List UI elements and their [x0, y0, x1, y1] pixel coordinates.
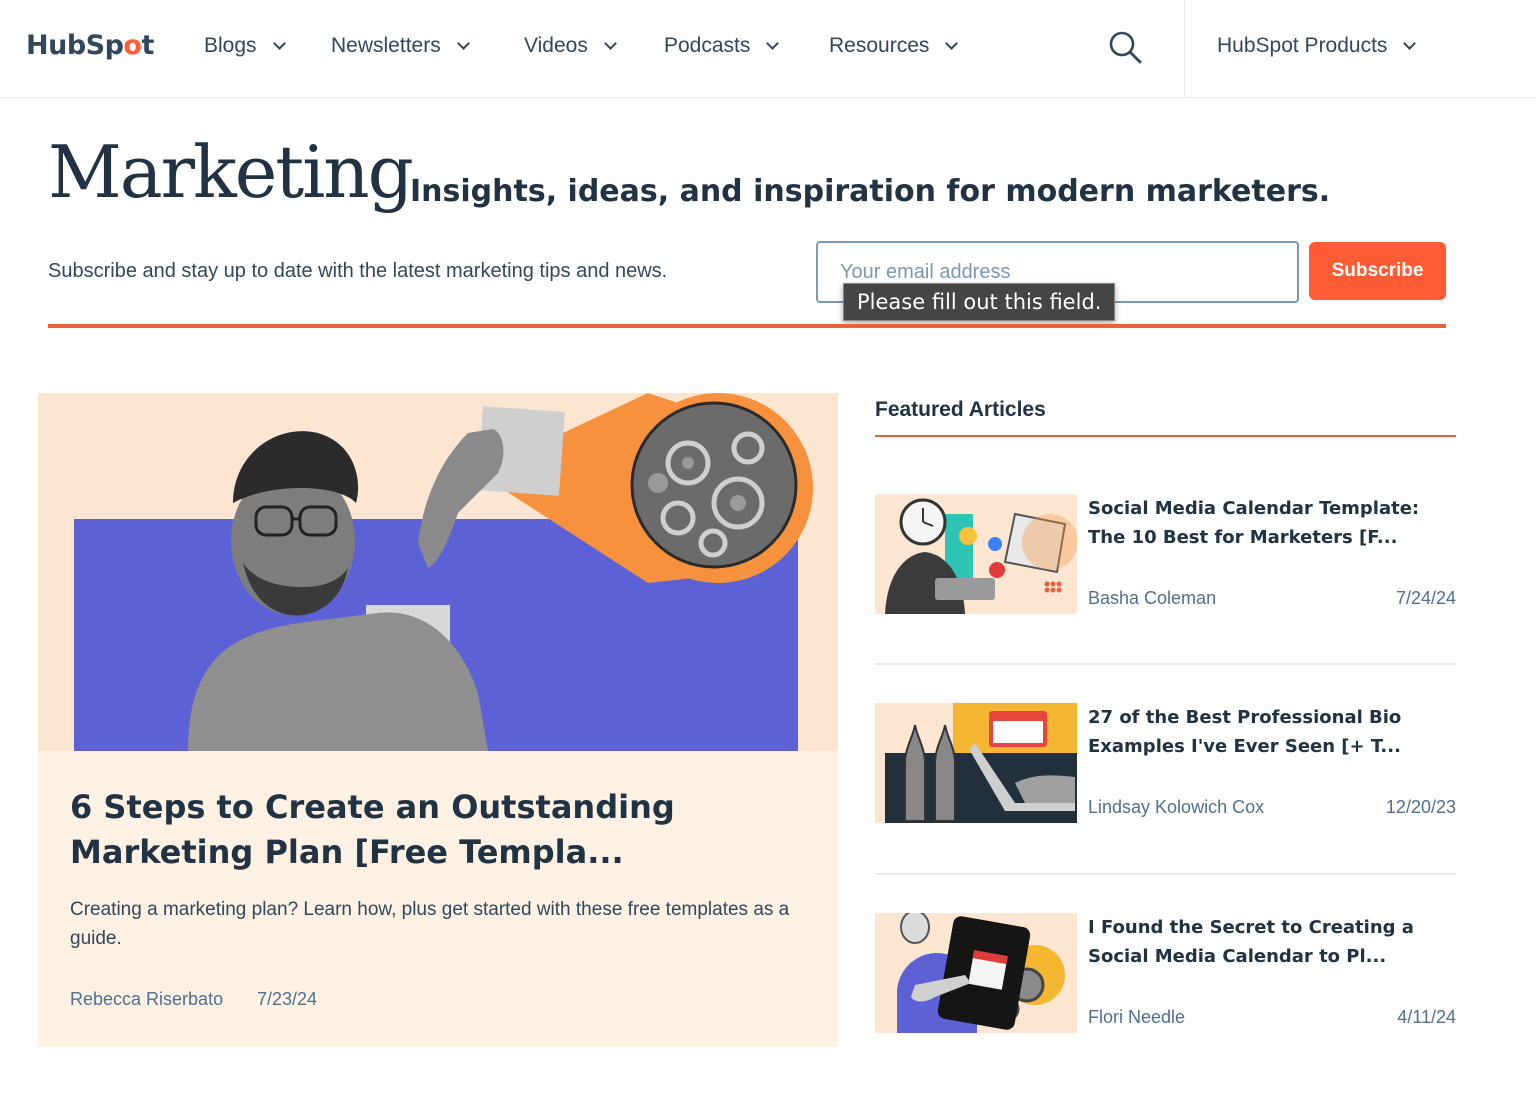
article-divider: [875, 663, 1456, 665]
featured-article-title[interactable]: I Found the Secret to Creating a Social …: [1088, 913, 1458, 971]
section-divider: [48, 324, 1446, 328]
chevron-down-icon: [1403, 36, 1417, 50]
nav-item-label: Blogs: [204, 34, 257, 57]
nav-divider: [1184, 0, 1185, 98]
featured-article-date: 12/20/23: [1385, 797, 1456, 817]
featured-article[interactable]: I Found the Secret to Creating a Social …: [875, 913, 1456, 1033]
featured-article-thumbnail[interactable]: [875, 703, 1077, 823]
nav-item-label: Videos: [524, 34, 588, 57]
chevron-down-icon: [272, 36, 286, 50]
subscribe-button[interactable]: Subscribe: [1309, 242, 1446, 300]
nav-item-label: Resources: [829, 34, 930, 57]
main-article-description: Creating a marketing plan? Learn how, pl…: [70, 899, 790, 949]
featured-article[interactable]: Social Media Calendar Template: The 10 B…: [875, 494, 1456, 614]
article-divider: [875, 873, 1456, 875]
main-article-author[interactable]: Rebecca Riserbato: [70, 989, 223, 1010]
nav-item-hubspot-products[interactable]: HubSpot Products: [1217, 34, 1417, 58]
chevron-down-icon: [603, 36, 617, 50]
nav-item-blogs[interactable]: Blogs: [204, 34, 286, 58]
featured-article-title[interactable]: Social Media Calendar Template: The 10 B…: [1088, 494, 1458, 552]
nav-item-label: Podcasts: [664, 34, 751, 57]
main-article-card[interactable]: 6 Steps to Create an Outstanding Marketi…: [38, 393, 838, 1047]
nav-item-newsletters[interactable]: Newsletters: [331, 34, 470, 58]
nav-item-label: Newsletters: [331, 34, 441, 57]
featured-article-thumbnail[interactable]: [875, 494, 1077, 614]
nav-item-label: HubSpot Products: [1217, 34, 1388, 57]
featured-article-author[interactable]: Basha Coleman: [1088, 588, 1216, 609]
hubspot-logo[interactable]: HubSpot: [26, 30, 154, 61]
page-title: Marketing: [48, 130, 414, 214]
page-tagline: Insights, ideas, and inspiration for mod…: [410, 174, 1331, 209]
featured-article-thumbnail[interactable]: [875, 913, 1077, 1033]
chevron-down-icon: [945, 36, 959, 50]
nav-item-videos[interactable]: Videos: [524, 34, 617, 58]
chevron-down-icon: [456, 36, 470, 50]
search-icon[interactable]: [1108, 30, 1142, 64]
subscribe-description: Subscribe and stay up to date with the l…: [48, 260, 668, 282]
chevron-down-icon: [766, 36, 780, 50]
nav-item-resources[interactable]: Resources: [829, 34, 959, 58]
featured-heading-underline: [875, 435, 1456, 437]
top-navigation: HubSpot Blogs Newsletters Videos Podcast…: [0, 0, 1536, 98]
featured-article[interactable]: 27 of the Best Professional Bio Examples…: [875, 703, 1456, 823]
main-article-title[interactable]: 6 Steps to Create an Outstanding Marketi…: [70, 785, 800, 875]
featured-article-date: 7/24/24: [1395, 588, 1456, 608]
main-article-date: 7/23/24: [257, 989, 318, 1009]
featured-article-author[interactable]: Flori Needle: [1088, 1007, 1185, 1028]
featured-article-author[interactable]: Lindsay Kolowich Cox: [1088, 797, 1264, 818]
featured-article-date: 4/11/24: [1397, 1007, 1456, 1027]
featured-article-title[interactable]: 27 of the Best Professional Bio Examples…: [1088, 703, 1458, 761]
featured-articles-heading: Featured Articles: [875, 398, 1046, 421]
main-article-image[interactable]: [38, 393, 838, 751]
nav-item-podcasts[interactable]: Podcasts: [664, 34, 780, 58]
validation-tooltip: Please fill out this field.: [843, 283, 1116, 321]
